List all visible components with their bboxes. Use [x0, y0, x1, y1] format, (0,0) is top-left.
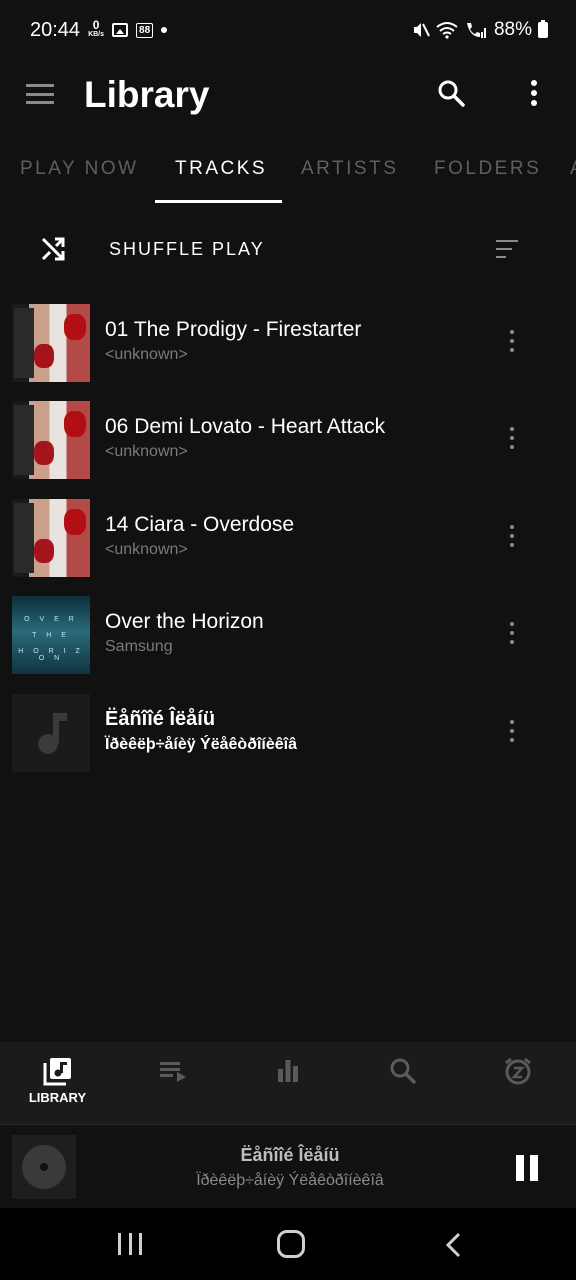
- menu-icon[interactable]: [26, 84, 54, 104]
- notification-badge: 88: [136, 22, 154, 38]
- search-icon: [390, 1058, 416, 1084]
- library-music-icon: [43, 1058, 71, 1086]
- sort-icon[interactable]: [496, 240, 518, 258]
- more-options-icon[interactable]: [524, 78, 544, 108]
- mini-player-art: [12, 1135, 76, 1199]
- battery-icon: [538, 20, 548, 38]
- tab-albums-partial[interactable]: A: [570, 158, 576, 180]
- more-notifications-dot-icon: [161, 27, 168, 33]
- system-navigation-bar: [0, 1208, 576, 1280]
- active-tab-indicator: [155, 200, 282, 203]
- album-art: [12, 401, 90, 479]
- status-right-icons: 88%: [412, 19, 548, 41]
- track-row[interactable]: 06 Demi Lovato - Heart Attack <unknown>: [0, 393, 576, 483]
- status-time: 20:44: [30, 18, 81, 41]
- album-art: O V E R T H E H O R I Z O N: [12, 596, 90, 674]
- track-row[interactable]: Ëåñîîé Îëåíü Ïðèêëþ÷åíèÿ Ýëåêòðîíèêîâ: [0, 686, 576, 776]
- network-speed: 0 KB/s: [88, 18, 105, 39]
- track-row[interactable]: 14 Ciara - Overdose <unknown>: [0, 491, 576, 581]
- track-artist: Samsung: [105, 638, 173, 655]
- mute-icon: [413, 23, 430, 37]
- tab-tracks[interactable]: TRACKS: [175, 158, 267, 180]
- home-button[interactable]: [277, 1230, 305, 1258]
- track-artist: <unknown>: [105, 346, 188, 363]
- mini-player[interactable]: Ëåñîîé Îëåíü Ïðèêëþ÷åíèÿ Ýëåêòðîíèêîâ: [0, 1124, 576, 1208]
- gallery-notification-icon: [112, 23, 129, 37]
- track-more-icon[interactable]: [508, 622, 516, 644]
- track-title: 01 The Prodigy - Firestarter: [105, 318, 362, 341]
- track-row[interactable]: O V E R T H E H O R I Z O N Over the Hor…: [0, 588, 576, 678]
- shuffle-play-label: SHUFFLE PLAY: [109, 239, 265, 259]
- queue-playlist-icon: [159, 1062, 186, 1082]
- back-button[interactable]: [444, 1232, 462, 1258]
- sleep-timer-icon: [504, 1057, 531, 1085]
- shuffle-play-row[interactable]: SHUFFLE PLAY: [0, 216, 576, 282]
- nav-sleep-timer[interactable]: [460, 1042, 575, 1124]
- track-artist: <unknown>: [105, 443, 188, 460]
- tab-bar: PLAY NOW TRACKS ARTISTS FOLDERS A: [0, 134, 576, 204]
- music-note-icon: [38, 713, 67, 754]
- cover-text: T H E: [32, 632, 70, 639]
- nav-library[interactable]: LIBRARY: [0, 1042, 115, 1124]
- album-art: [12, 499, 90, 577]
- cover-text: H O R I Z O N: [18, 648, 84, 662]
- shuffle-icon: [41, 237, 65, 261]
- battery-percent: 88%: [493, 19, 532, 40]
- track-more-icon[interactable]: [508, 525, 516, 547]
- search-icon[interactable]: [436, 78, 466, 108]
- disc-icon: [22, 1145, 66, 1189]
- track-more-icon[interactable]: [508, 720, 516, 742]
- nav-queue[interactable]: [115, 1042, 230, 1124]
- tab-play-now[interactable]: PLAY NOW: [20, 158, 139, 180]
- now-playing-title: Ëåñîîé Îëåíü: [240, 1145, 340, 1165]
- status-left-icons: 0 KB/s 88: [88, 18, 168, 39]
- nav-library-label: LIBRARY: [28, 1090, 87, 1105]
- equalizer-icon: [277, 1060, 298, 1082]
- nav-equalizer[interactable]: [230, 1042, 345, 1124]
- track-title: 06 Demi Lovato - Heart Attack: [105, 415, 386, 438]
- cover-text: O V E R: [24, 616, 78, 623]
- track-artist: <unknown>: [105, 541, 188, 558]
- track-row[interactable]: 01 The Prodigy - Firestarter <unknown>: [0, 296, 576, 386]
- app-bar: Library: [0, 60, 576, 134]
- nav-search[interactable]: [345, 1042, 460, 1124]
- track-artist: Ïðèêëþ÷åíèÿ Ýëåêòðîíèêîâ: [105, 736, 297, 753]
- bottom-navigation: LIBRARY: [0, 1042, 576, 1124]
- network-speed-unit: KB/s: [88, 31, 105, 38]
- track-title: Over the Horizon: [105, 610, 264, 633]
- pause-button[interactable]: [514, 1155, 542, 1181]
- track-more-icon[interactable]: [508, 330, 516, 352]
- recents-button[interactable]: [118, 1233, 142, 1255]
- tab-folders[interactable]: FOLDERS: [434, 158, 541, 180]
- wifi-icon: [436, 22, 458, 39]
- album-art: [12, 694, 90, 772]
- pause-icon: [516, 1155, 524, 1181]
- track-more-icon[interactable]: [508, 427, 516, 449]
- track-title: Ëåñîîé Îëåíü: [105, 708, 216, 730]
- now-playing-artist: Ïðèêëþ÷åíèÿ Ýëåêòðîíèêîâ: [196, 1172, 384, 1189]
- wifi-calling-signal-icon: [466, 23, 486, 38]
- album-art: [12, 304, 90, 382]
- tab-artists[interactable]: ARTISTS: [301, 158, 398, 180]
- status-bar: 20:44 0 KB/s 88 88%: [0, 0, 576, 60]
- network-speed-value: 0: [92, 18, 100, 32]
- track-title: 14 Ciara - Overdose: [105, 513, 295, 536]
- page-title: Library: [84, 74, 210, 115]
